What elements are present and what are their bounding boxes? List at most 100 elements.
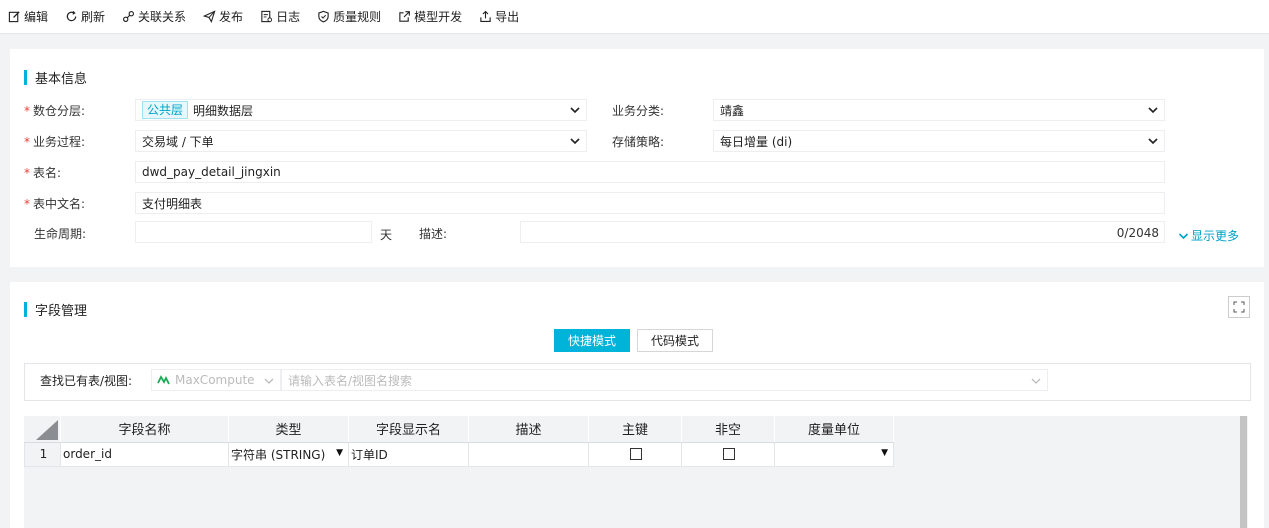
column-header[interactable]: 字段名称: [60, 416, 229, 443]
search-placeholder: 请输入表名/视图名搜索: [288, 373, 413, 388]
toolbar: 编辑 刷新 关联关系 发布 日志 质量规则 模型开发 导出: [0, 0, 1269, 34]
table-search-input[interactable]: 请输入表名/视图名搜索: [281, 369, 1048, 391]
link-icon: [123, 11, 135, 22]
field-desc-cell[interactable]: [468, 441, 589, 467]
field-display-cell[interactable]: 订单ID: [348, 441, 469, 467]
lifecycle-unit: 天: [380, 228, 393, 242]
table-cn-label: * 表中文名:: [24, 195, 85, 212]
table-row: 1 order_id 字符串 (STRING) ▼ 订单ID ▼: [24, 441, 894, 467]
process-label: * 业务过程:: [24, 133, 85, 150]
code-mode-button[interactable]: 代码模式: [637, 329, 713, 352]
table-cn-label-text: 表中文名:: [33, 197, 86, 211]
edit-label: 编辑: [24, 10, 49, 24]
desc-counter: 0/2048: [1116, 226, 1159, 240]
source-select[interactable]: MaxCompute: [151, 369, 281, 391]
unit-cell[interactable]: ▼: [774, 441, 894, 467]
process-value: 交易域 / 下单: [142, 134, 214, 149]
table-name-input[interactable]: dwd_pay_detail_jingxin: [135, 161, 1165, 183]
chevron-down-icon: [264, 378, 274, 384]
column-header[interactable]: 字段显示名: [348, 416, 469, 443]
search-panel: 查找已有表/视图: MaxCompute 请输入表名/视图名搜索: [24, 363, 1251, 401]
chevron-down-icon: [1178, 232, 1189, 239]
chevron-down-icon: [1031, 378, 1041, 384]
log-icon: [261, 10, 273, 23]
table-cn-value: 支付明细表: [142, 196, 203, 211]
primary-key-checkbox[interactable]: [630, 448, 642, 460]
storage-value: 每日增量 (di): [720, 134, 793, 149]
process-label-text: 业务过程:: [33, 135, 86, 149]
storage-select[interactable]: 每日增量 (di): [713, 130, 1165, 152]
primary-key-cell: [588, 441, 682, 467]
storage-label: 存储策略:: [612, 135, 665, 149]
shield-icon: [318, 10, 329, 23]
vertical-scrollbar[interactable]: [1240, 416, 1247, 528]
chevron-down-icon: [570, 107, 580, 114]
export-button[interactable]: 导出: [479, 8, 519, 25]
source-value: MaxCompute: [175, 373, 255, 387]
refresh-button[interactable]: 刷新: [65, 8, 105, 25]
category-value: 靖鑫: [720, 103, 745, 118]
external-link-icon: [399, 11, 410, 22]
column-header[interactable]: 度量单位: [774, 416, 894, 443]
chevron-down-icon: [1148, 138, 1158, 145]
layer-select[interactable]: 公共层 明细数据层: [135, 99, 587, 121]
edit-button[interactable]: 编辑: [8, 8, 48, 25]
section-accent-bar: [24, 70, 27, 85]
quality-rules-label: 质量规则: [333, 10, 382, 24]
show-more-link[interactable]: 显示更多: [1178, 227, 1239, 244]
basic-info-title: 基本信息: [24, 68, 87, 87]
export-icon: [480, 10, 491, 22]
edit-icon: [8, 11, 20, 23]
layer-label: * 数仓分层:: [24, 102, 85, 119]
quick-mode-button[interactable]: 快捷模式: [554, 329, 630, 352]
field-type-cell[interactable]: 字符串 (STRING) ▼: [228, 441, 349, 467]
maxcompute-icon: [157, 375, 170, 385]
relations-label: 关联关系: [138, 10, 187, 24]
relations-button[interactable]: 关联关系: [122, 8, 186, 25]
expand-icon: [1233, 301, 1245, 313]
layer-label-text: 数仓分层:: [33, 104, 86, 118]
basic-info-title-text: 基本信息: [35, 72, 88, 87]
required-mark: *: [24, 166, 30, 180]
chevron-down-icon: [570, 138, 580, 145]
desc-input[interactable]: 0/2048: [520, 221, 1165, 243]
category-select[interactable]: 靖鑫: [713, 99, 1165, 121]
column-header[interactable]: 主键: [588, 416, 682, 443]
refresh-icon: [66, 10, 77, 22]
refresh-label: 刷新: [81, 10, 106, 24]
desc-label: 描述:: [419, 227, 448, 241]
process-select[interactable]: 交易域 / 下单: [135, 130, 587, 152]
select-all-corner[interactable]: [24, 416, 61, 443]
publish-label: 发布: [219, 10, 244, 24]
model-dev-label: 模型开发: [414, 10, 463, 24]
chevron-down-icon: [1148, 107, 1158, 114]
column-header[interactable]: 非空: [681, 416, 775, 443]
required-mark: *: [24, 135, 30, 149]
export-label: 导出: [495, 10, 520, 24]
not-null-cell: [681, 441, 775, 467]
table-name-value: dwd_pay_detail_jingxin: [142, 165, 281, 179]
fullscreen-button[interactable]: [1228, 296, 1250, 318]
show-more-text: 显示更多: [1191, 229, 1240, 243]
lifecycle-label: 生命周期:: [34, 227, 87, 241]
column-header[interactable]: 描述: [468, 416, 589, 443]
not-null-checkbox[interactable]: [723, 448, 735, 460]
model-dev-button[interactable]: 模型开发: [398, 8, 462, 25]
corner-triangle-icon: [36, 419, 58, 440]
log-button[interactable]: 日志: [260, 8, 300, 25]
row-number: 1: [24, 441, 61, 467]
field-name-cell[interactable]: order_id: [60, 441, 229, 467]
field-management-title: 字段管理: [24, 300, 87, 319]
layer-value: 明细数据层: [193, 103, 254, 118]
lifecycle-input[interactable]: [135, 221, 372, 243]
column-header[interactable]: 类型: [228, 416, 349, 443]
field-type-value: 字符串 (STRING): [231, 447, 326, 462]
dropdown-arrow-icon: ▼: [336, 447, 343, 458]
field-management-title-text: 字段管理: [35, 304, 88, 319]
search-label: 查找已有表/视图:: [40, 374, 133, 388]
quality-rules-button[interactable]: 质量规则: [317, 8, 381, 25]
publish-button[interactable]: 发布: [203, 8, 243, 25]
table-cn-input[interactable]: 支付明细表: [135, 192, 1165, 214]
required-mark: *: [24, 197, 30, 211]
send-icon: [203, 10, 216, 23]
